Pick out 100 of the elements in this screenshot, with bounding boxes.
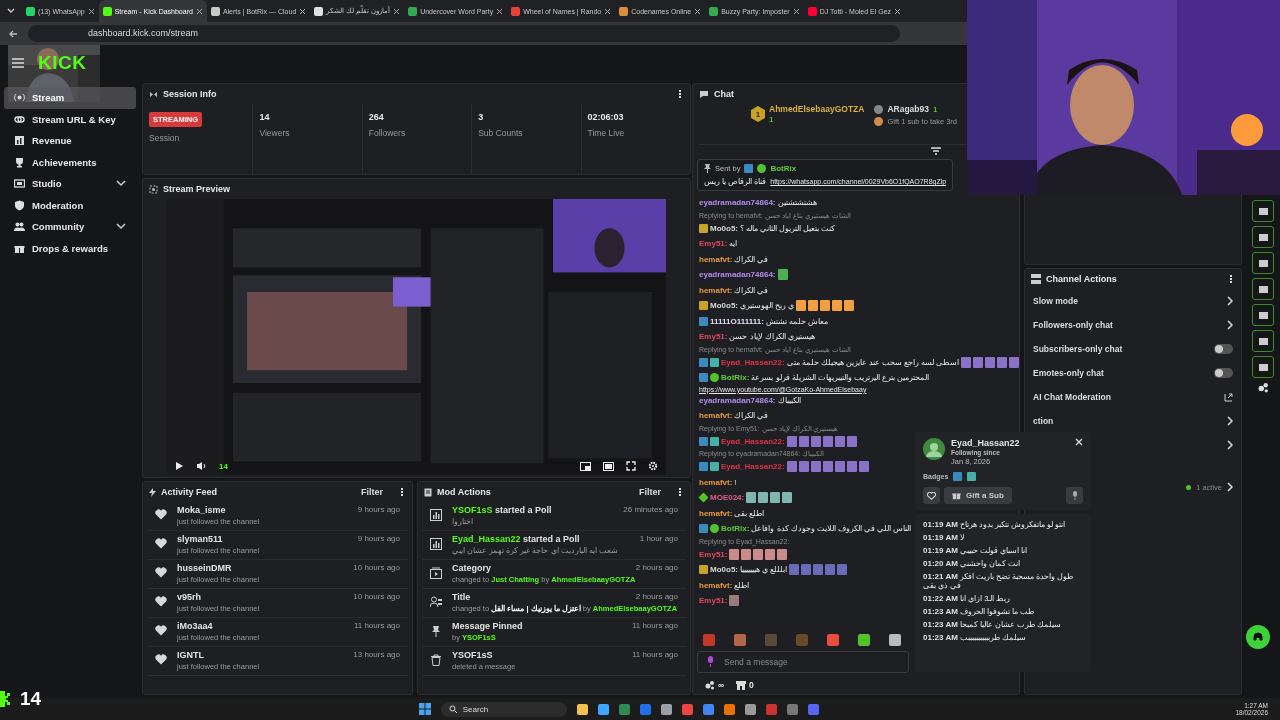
- chat-username[interactable]: Emy51:: [699, 596, 728, 606]
- fullscreen-icon[interactable]: [626, 461, 636, 471]
- toggle-switch[interactable]: [1214, 368, 1233, 378]
- chat-username[interactable]: 11111O111111:: [710, 316, 764, 326]
- message-input[interactable]: Send a message: [697, 651, 909, 673]
- channel-action-item[interactable]: Slow mode: [1033, 296, 1078, 306]
- points-icon[interactable]: [1257, 382, 1269, 393]
- taskbar-app-icon[interactable]: [723, 703, 735, 715]
- chat-username[interactable]: Eyad_Hassan22:: [721, 436, 785, 446]
- gift-sub-button[interactable]: Gift a Sub: [944, 487, 1012, 504]
- more-icon[interactable]: [1227, 275, 1235, 283]
- channel-action-item[interactable]: AI Chat Moderation: [1033, 392, 1111, 402]
- emote-icon[interactable]: [889, 634, 901, 646]
- theater-icon[interactable]: [603, 461, 614, 471]
- tool-button[interactable]: [1252, 356, 1274, 378]
- chat-username[interactable]: Eyad_Hassan22:: [721, 357, 785, 367]
- taskbar-app-icon[interactable]: [576, 703, 588, 715]
- kick-logo[interactable]: KICK: [38, 51, 87, 74]
- support-button[interactable]: [1246, 625, 1270, 649]
- filter-button[interactable]: Filter: [635, 487, 665, 497]
- chat-username[interactable]: Eyad_Hassan22:: [721, 462, 785, 472]
- taskbar-app-icon[interactable]: [681, 703, 693, 715]
- chat-username[interactable]: Mo0o5:: [710, 301, 738, 311]
- close-icon[interactable]: [299, 7, 307, 15]
- close-icon[interactable]: [792, 7, 800, 15]
- chevron-right-icon[interactable]: [1227, 296, 1233, 306]
- emote-icon[interactable]: [827, 634, 839, 646]
- channel-action-item[interactable]: Subscribers-only chat: [1033, 344, 1123, 354]
- close-icon[interactable]: [604, 7, 612, 15]
- chat-username[interactable]: BotRix:: [721, 373, 750, 383]
- close-icon[interactable]: [496, 7, 504, 15]
- volume-icon[interactable]: [196, 461, 207, 471]
- search-field[interactable]: Search: [440, 701, 567, 717]
- chat-username[interactable]: eyadramadan74864:: [699, 270, 776, 280]
- points-icon[interactable]: [705, 680, 715, 690]
- tool-button[interactable]: [1252, 304, 1274, 326]
- chat-username[interactable]: hemafvt:: [699, 580, 733, 590]
- play-icon[interactable]: [175, 461, 184, 471]
- tool-button[interactable]: [1252, 330, 1274, 352]
- chat-username[interactable]: hemafvt:: [699, 254, 733, 264]
- tool-button[interactable]: [1252, 226, 1274, 248]
- sidebar-item[interactable]: Studio: [4, 173, 136, 195]
- menu-icon[interactable]: [12, 57, 24, 68]
- filter-icon[interactable]: [931, 147, 941, 155]
- taskbar-app-icon[interactable]: [660, 703, 672, 715]
- more-icon[interactable]: [676, 90, 684, 98]
- tool-button[interactable]: [1252, 200, 1274, 222]
- sidebar-item[interactable]: Achievements: [4, 151, 136, 173]
- chat-username[interactable]: hemafvt:: [699, 508, 733, 518]
- chat-username[interactable]: Emy51:: [699, 239, 728, 249]
- toggle-switch[interactable]: [1214, 344, 1233, 354]
- close-icon[interactable]: [894, 7, 902, 15]
- more-icon[interactable]: [676, 488, 684, 496]
- store-icon[interactable]: [736, 680, 747, 690]
- channel-action-item[interactable]: Followers-only chat: [1033, 320, 1113, 330]
- chat-username[interactable]: MOE024:: [710, 493, 745, 503]
- sidebar-item[interactable]: Stream: [4, 87, 136, 109]
- crown-badge-icon: [699, 301, 708, 311]
- channel-action-item[interactable]: Emotes-only chat: [1033, 368, 1104, 378]
- channel-action-item[interactable]: ction: [1033, 416, 1054, 426]
- chevron-right-icon[interactable]: [1227, 482, 1233, 492]
- tool-button[interactable]: [1252, 252, 1274, 274]
- taskbar-app-icon[interactable]: [744, 703, 756, 715]
- close-icon[interactable]: [87, 7, 95, 15]
- taskbar-app-icon[interactable]: [702, 703, 714, 715]
- chat-username[interactable]: Mo0o5:: [710, 565, 738, 575]
- sidebar-item[interactable]: Stream URL & Key: [4, 108, 136, 130]
- chat-username[interactable]: hemafvt:: [699, 285, 733, 295]
- mute-button[interactable]: [1066, 487, 1083, 504]
- emote-icon[interactable]: [858, 634, 870, 646]
- chat-username[interactable]: eyadramadan74864:: [699, 198, 776, 208]
- sidebar-item[interactable]: Revenue: [4, 130, 136, 152]
- chat-username[interactable]: Emy51:: [699, 332, 728, 342]
- chevron-right-icon[interactable]: [1227, 440, 1233, 450]
- chat-username[interactable]: BotRix:: [721, 524, 750, 534]
- microphone-icon[interactable]: [707, 656, 714, 667]
- close-icon[interactable]: [195, 7, 203, 15]
- emote-icon[interactable]: [734, 634, 746, 646]
- settings-icon[interactable]: [648, 461, 658, 471]
- sidebar-item[interactable]: Moderation: [4, 194, 136, 216]
- filter-button[interactable]: Filter: [357, 487, 387, 497]
- picture-in-picture-icon[interactable]: [580, 461, 591, 471]
- follow-button[interactable]: [923, 487, 940, 504]
- taskbar-app-icon[interactable]: [597, 703, 609, 715]
- chat-username[interactable]: Emy51:: [699, 549, 728, 559]
- address-bar[interactable]: dashboard.kick.com/stream: [28, 25, 900, 42]
- back-icon[interactable]: [8, 28, 18, 39]
- chat-username[interactable]: Mo0o5:: [710, 223, 738, 233]
- chevron-right-icon[interactable]: [1227, 416, 1233, 426]
- chat-username[interactable]: eyadramadan74864:: [699, 395, 776, 405]
- tool-button[interactable]: [1252, 278, 1274, 300]
- more-icon[interactable]: [398, 488, 406, 496]
- sidebar-item[interactable]: Community: [4, 216, 136, 238]
- chat-username[interactable]: hemafvt:: [699, 477, 733, 487]
- chevron-right-icon[interactable]: [1227, 320, 1233, 330]
- chat-username[interactable]: hemafvt:: [699, 411, 733, 421]
- sidebar-item[interactable]: Drops & rewards: [4, 237, 136, 259]
- close-icon[interactable]: [393, 7, 401, 15]
- close-icon[interactable]: [694, 7, 702, 15]
- windows-start-icon[interactable]: [418, 703, 431, 715]
